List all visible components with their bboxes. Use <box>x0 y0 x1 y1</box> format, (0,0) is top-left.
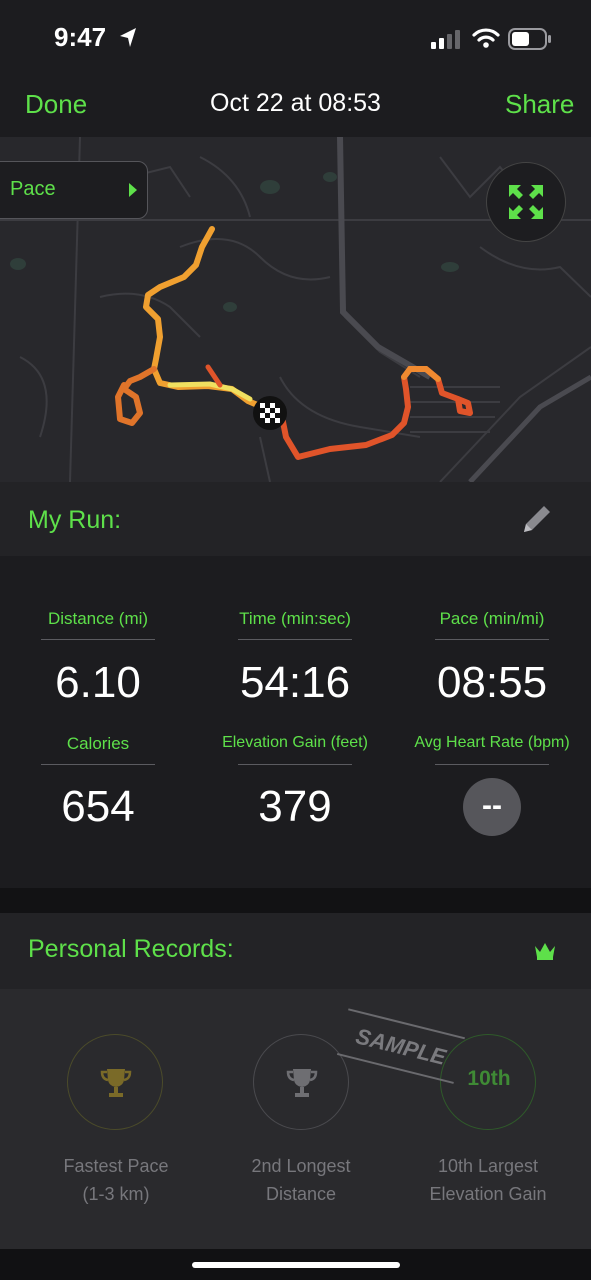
stat-label-heart-rate: Avg Heart Rate (bpm) <box>414 734 570 751</box>
expand-map-button[interactable] <box>486 162 566 242</box>
pace-overlay-label: Pace <box>10 178 56 200</box>
divider <box>41 639 155 640</box>
record-label-line2: Elevation Gain <box>429 1184 547 1204</box>
finish-flag-icon <box>253 396 287 430</box>
stat-value-heart-rate: -- <box>482 789 502 822</box>
record-label-line2: (1-3 km) <box>82 1184 150 1204</box>
divider <box>435 639 549 640</box>
home-indicator[interactable] <box>192 1262 400 1268</box>
trophy-icon <box>286 1069 318 1097</box>
share-button[interactable]: Share <box>505 89 574 120</box>
records-title-bar[interactable]: Personal Records: <box>0 913 591 989</box>
record-badge-fastest-pace[interactable] <box>67 1034 163 1130</box>
stat-value-distance: 6.10 <box>55 658 141 707</box>
record-label-line2: Distance <box>265 1184 337 1204</box>
section-divider <box>0 888 591 913</box>
battery-icon <box>508 28 551 50</box>
record-label-line1: 2nd Longest <box>251 1156 351 1176</box>
record-label-elevation-gain: 10th Largest Elevation Gain <box>398 1152 578 1208</box>
chevron-right-icon <box>129 183 137 197</box>
stat-label-elevation: Elevation Gain (feet) <box>222 734 368 751</box>
page-title: Oct 22 at 08:53 <box>210 89 381 117</box>
record-label-line1: 10th Largest <box>437 1156 539 1176</box>
stat-label-distance: Distance (mi) <box>47 609 149 628</box>
heart-rate-connect-button[interactable]: -- <box>463 778 521 836</box>
stat-value-elevation: 379 <box>258 782 332 831</box>
wifi-icon <box>472 28 500 48</box>
stat-label-calories: Calories <box>66 734 130 753</box>
edit-pencil-icon[interactable] <box>520 502 554 536</box>
run-title: My Run: <box>28 506 122 534</box>
location-arrow-icon <box>120 28 136 47</box>
record-badge-longest-distance[interactable] <box>253 1034 349 1130</box>
divider <box>238 639 352 640</box>
status-bar: 9:47 <box>0 0 591 78</box>
record-label-line1: Fastest Pace <box>63 1156 169 1176</box>
divider <box>435 764 549 765</box>
stat-value-pace: 08:55 <box>436 658 548 707</box>
run-title-bar: My Run: <box>0 482 591 556</box>
status-time: 9:47 <box>54 22 107 52</box>
record-label-longest-distance: 2nd Longest Distance <box>211 1152 391 1208</box>
stat-value-time: 54:16 <box>239 658 351 707</box>
signal-icon <box>431 30 460 49</box>
stat-value-calories: 654 <box>61 782 135 831</box>
divider <box>41 764 155 765</box>
stat-label-time: Time (min:sec) <box>239 609 351 628</box>
trophy-icon <box>100 1069 132 1097</box>
stat-label-pace: Pace (min/mi) <box>439 609 545 628</box>
crown-icon <box>535 943 555 960</box>
divider <box>238 764 352 765</box>
record-label-fastest-pace: Fastest Pace (1-3 km) <box>26 1152 206 1208</box>
expand-icon <box>509 185 543 219</box>
records-title: Personal Records: <box>28 935 234 963</box>
